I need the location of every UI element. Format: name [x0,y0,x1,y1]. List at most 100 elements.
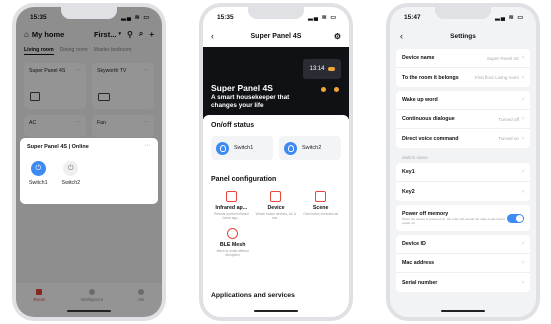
settings-list: Device name Super Panel 4S › To the room… [396,49,530,296]
config-desc: Mesh to make without disruption [216,249,249,257]
setting-wake-word[interactable]: Wake up word › [396,91,530,110]
switch-row: Switch1 Switch2 [211,136,341,160]
notch [248,7,304,19]
config-name: Infrared ap... [215,205,248,211]
setting-text: Power off memory When the device is powe… [402,211,507,226]
config-infrared[interactable]: Infrared ap... Remote control infrared h… [211,191,252,220]
config-ble-mesh[interactable]: BLE Mesh Mesh to make without disruption [211,228,254,257]
switch-label: Switch1 [234,145,254,151]
more-icon[interactable]: ··· [144,142,151,149]
switch-label: Switch2 [61,180,81,186]
setting-serial-number[interactable]: Serial number › [396,273,530,292]
switch-name-label: Switch name [402,155,428,160]
bulb-icon [216,141,229,155]
setting-device-name[interactable]: Device name Super Panel 4S › [396,49,530,68]
setting-label: Device ID [402,241,426,247]
setting-label: Wake up word [402,97,438,103]
power-icon[interactable]: ⏻ [63,161,79,176]
switch1-control[interactable]: ⏻ Switch1 [29,161,48,186]
panel-config-title: Panel configuration [211,176,277,183]
apps-services-title: Applications and services [211,292,295,299]
device-icon [270,191,282,202]
config-desc: Remote control infrared home app... [214,212,249,220]
setting-label: Power off memory [402,210,449,217]
settings-group: Device name Super Panel 4S › To the room… [396,49,530,87]
config-desc: One button executes all [303,212,338,216]
setting-value: Turned off [498,116,519,122]
status-icons: ▂▄ ≋ ▭ [495,14,524,21]
switch2-card[interactable]: Switch2 [279,136,341,160]
setting-label: Continuous dialogue [402,116,455,122]
setting-device-id[interactable]: Device ID › [396,235,530,254]
chevron-right-icon: › [522,260,524,266]
switch1-card[interactable]: Switch1 [211,136,273,160]
chevron-right-icon: › [522,241,524,247]
setting-power-off-memory: Power off memory When the device is powe… [396,205,530,231]
phone-device-detail: 15:35 ▂▄ ≋ ▭ ‹ Super Panel 4S ⚙ 13:14 Su… [199,3,353,321]
power-icon[interactable]: ⏻ [30,161,46,176]
weather-icon [327,67,335,71]
switch-label: Switch1 [29,180,48,186]
nav-bar: ‹ Super Panel 4S ⚙ [203,27,349,45]
setting-value: Super Panel 4S [486,55,519,61]
chevron-right-icon: › [522,55,524,61]
clock-time: 13:14 [309,66,325,72]
hero-banner: 13:14 Super Panel 4S A smart housekeeper… [203,47,349,119]
config-device[interactable]: Device Whole house devices, AC & con... [255,191,297,220]
hero-headline: Super Panel 4S [211,83,273,93]
home-indicator [67,309,111,312]
nav-bar: ‹ Settings [390,27,536,45]
switch-label: Switch2 [302,145,322,151]
settings-screen: 15:47 ▂▄ ≋ ▭ ‹ Settings Device name Supe… [390,7,536,317]
status-icons: ▂▄ ≋ ▭ [308,14,337,21]
settings-group: Device ID › Mac address › Serial number … [396,235,530,292]
config-name: Device [267,205,285,211]
chevron-right-icon: › [522,97,524,103]
setting-direct-voice[interactable]: Direct voice command Turned on › [396,129,530,148]
config-desc: Whole house devices, AC & con... [255,212,297,220]
back-icon[interactable]: ‹ [211,31,214,41]
indicator-dots [321,87,339,92]
page-title: Settings [450,32,476,40]
setting-key2[interactable]: Key2 › [396,182,530,201]
setting-label: Direct voice command [402,135,459,142]
phone-settings: 15:47 ▂▄ ≋ ▭ ‹ Settings Device name Supe… [386,3,540,321]
device-popup: Super Panel 4S | Online ··· ⏻ Switch1 ⏻ … [20,138,158,204]
setting-label: To the room it belongs [402,74,459,81]
stage: 15:35 ▂▄ ≋ ▭ ⌂ My home First... ▾ ⚲ ⌕ + … [0,0,551,324]
bluetooth-icon [227,228,239,239]
config-scene[interactable]: Scene One button executes all [300,191,341,220]
setting-continuous-dialogue[interactable]: Continuous dialogue Turned off › [396,110,530,129]
power-memory-toggle[interactable] [507,213,524,223]
chevron-right-icon: › [522,279,524,286]
gear-icon[interactable]: ⚙ [334,32,341,41]
setting-description: When the device is powered on, the relay… [402,216,506,225]
hero-tagline: A smart housekeeper that changes your li… [211,94,290,109]
home-screen: 15:35 ▂▄ ≋ ▭ ⌂ My home First... ▾ ⚲ ⌕ + … [16,7,162,317]
setting-label: Key1 [402,169,415,175]
chevron-right-icon: › [522,169,524,175]
setting-label: Key2 [402,188,415,195]
config-name: Scene [312,205,329,211]
switch2-control[interactable]: ⏻ Switch2 [61,161,81,186]
chevron-right-icon: › [522,188,524,195]
setting-value: First floor Living room [474,75,519,80]
home-indicator [441,309,485,312]
detail-sheet: On/off status Switch1 Switch2 Panel conf… [203,115,349,317]
setting-room[interactable]: To the room it belongs First floor Livin… [396,68,530,87]
setting-mac-address[interactable]: Mac address › [396,254,530,273]
setting-label: Device name [402,55,435,61]
notch [61,7,117,19]
status-time: 15:47 [404,13,421,21]
notch [435,7,491,19]
home-indicator [254,309,298,312]
setting-label: Serial number [402,279,438,286]
chevron-right-icon: › [522,116,524,122]
settings-group: Key1 › Key2 › [396,163,530,201]
back-icon[interactable]: ‹ [400,31,403,41]
panel-clock: 13:14 [303,59,341,79]
setting-value: Turned on [498,136,519,141]
bulb-icon [284,141,297,155]
setting-key1[interactable]: Key1 › [396,163,530,182]
phone-home: 15:35 ▂▄ ≋ ▭ ⌂ My home First... ▾ ⚲ ⌕ + … [12,3,166,321]
